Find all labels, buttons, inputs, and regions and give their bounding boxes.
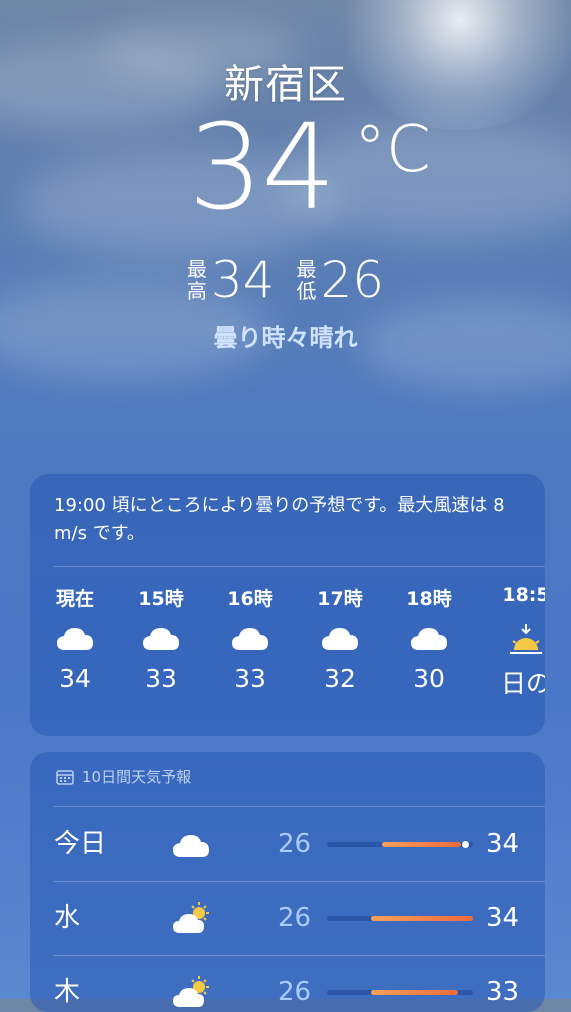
calendar-icon xyxy=(56,769,74,785)
current-temp-dot xyxy=(462,841,470,848)
cloud-icon xyxy=(172,825,212,865)
hour-temp: 日の xyxy=(500,669,545,698)
cloud-icon xyxy=(215,614,285,664)
low-value: 26 xyxy=(320,251,385,309)
forecast-summary: 19:00 頃にところにより曇りの予想です。最大風速は 8 m/s です。 xyxy=(54,495,505,544)
cloud-icon xyxy=(40,614,110,664)
hour-temp: 30 xyxy=(413,664,445,693)
ten-day-title: 10日間天気予報 xyxy=(82,768,192,786)
low-label-2: 低 xyxy=(296,279,317,303)
high-low: 最 高 34 最 低 26 xyxy=(0,255,571,305)
condition-text: 曇り時々晴れ xyxy=(213,324,358,352)
partly-sunny-icon xyxy=(172,899,212,939)
range-fill xyxy=(382,842,462,847)
day-label: 今日 xyxy=(54,829,107,859)
temperature-range-bar xyxy=(327,916,473,921)
hour-time: 15時 xyxy=(138,588,184,610)
ten-day-forecast-card[interactable]: 10日間天気予報 今日 26 34 水 26 34 木 26 33 xyxy=(30,752,545,1012)
day-high: 34 xyxy=(486,829,520,859)
cloud-icon xyxy=(394,614,464,664)
divider xyxy=(54,806,545,807)
hour-temp: 32 xyxy=(324,664,356,693)
hour-temp: 34 xyxy=(59,664,91,693)
high-label-2: 高 xyxy=(186,279,207,303)
hour-temp: 33 xyxy=(234,664,266,693)
divider xyxy=(54,566,545,567)
day-high: 33 xyxy=(486,977,520,1007)
hour-item: 17時 32 xyxy=(305,584,375,693)
current-temperature: 34 xyxy=(188,98,336,236)
day-low: 26 xyxy=(278,829,312,859)
hour-time: 18時 xyxy=(406,588,452,610)
range-fill xyxy=(370,990,459,995)
temperature-range-bar xyxy=(327,841,473,848)
high-temperature: 最 高 34 xyxy=(187,255,275,305)
hour-time: 17時 xyxy=(317,588,363,610)
hour-item: 18時 30 xyxy=(394,584,464,693)
cloud-icon xyxy=(126,614,196,664)
hour-item: 16時 33 xyxy=(215,584,285,693)
hour-temp: 33 xyxy=(145,664,177,693)
low-temperature: 最 低 26 xyxy=(297,255,385,305)
hourly-forecast-card[interactable]: 19:00 頃にところにより曇りの予想です。最大風速は 8 m/s です。 現在… xyxy=(30,474,545,736)
hour-time: 16時 xyxy=(227,588,273,610)
high-label-1: 最 xyxy=(186,257,207,281)
day-low: 26 xyxy=(278,903,312,933)
high-value: 34 xyxy=(210,251,275,309)
hour-item: 現在 34 xyxy=(40,584,110,693)
hour-time: 18:5 xyxy=(502,584,545,606)
range-fill xyxy=(370,916,473,921)
day-label: 水 xyxy=(54,903,81,933)
hour-time: 現在 xyxy=(55,588,94,610)
temperature-unit: °C xyxy=(354,113,431,187)
sunset-icon xyxy=(491,614,545,664)
partly-sunny-icon xyxy=(172,973,212,1012)
temperature-range-bar xyxy=(327,990,473,995)
day-row[interactable]: 今日 26 34 xyxy=(30,808,545,880)
day-row[interactable]: 木 26 33 xyxy=(30,956,545,1012)
cloud-icon xyxy=(305,614,375,664)
hour-item: 15時 33 xyxy=(126,584,196,693)
day-row[interactable]: 水 26 34 xyxy=(30,882,545,954)
day-high: 34 xyxy=(486,903,520,933)
low-label-1: 最 xyxy=(296,257,317,281)
ten-day-header: 10日間天気予報 xyxy=(56,766,191,787)
day-low: 26 xyxy=(278,977,312,1007)
hour-item: 18:5 日の xyxy=(491,584,545,700)
day-label: 木 xyxy=(54,977,81,1007)
